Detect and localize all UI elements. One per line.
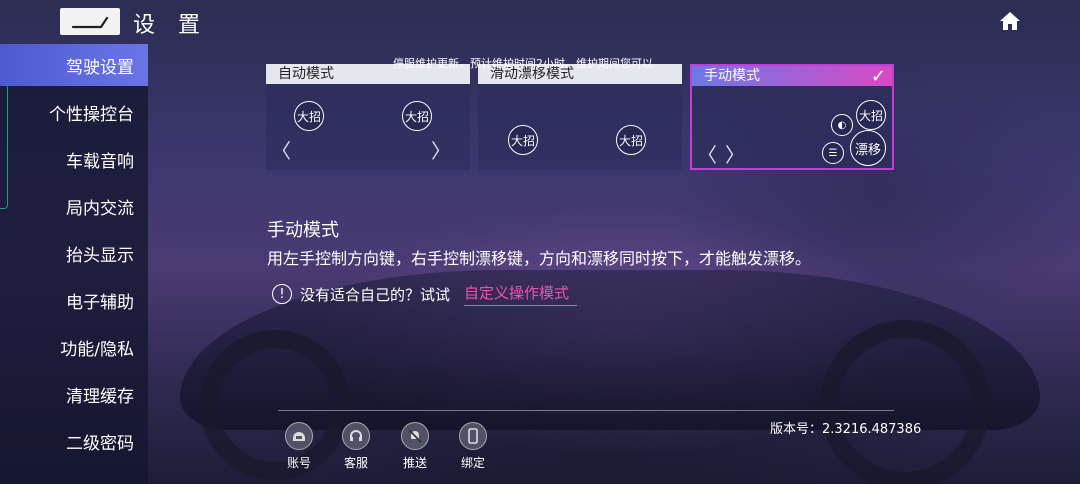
sidebar-item-label: 个性操控台: [49, 104, 134, 125]
mode-card-auto[interactable]: 自动模式 大招 大招 〈 〉: [266, 64, 470, 170]
divider: [278, 410, 894, 411]
back-button[interactable]: [60, 8, 120, 35]
sidebar-item-label: 电子辅助: [66, 292, 134, 313]
bottom-label: 推送: [402, 456, 427, 470]
brake-icon: ◐: [831, 114, 853, 136]
sidebar-item-privacy[interactable]: 功能/隐私: [0, 326, 148, 368]
car-wheel-left: [200, 330, 350, 480]
mode-card-slide-drift[interactable]: 滑动漂移模式 大招 大招: [478, 64, 682, 170]
sidebar-item-driving[interactable]: 驾驶设置: [0, 44, 148, 86]
headset-icon: [342, 422, 370, 450]
sidebar-item-audio[interactable]: 车载音响: [0, 138, 148, 180]
sidebar-item-assist[interactable]: 电子辅助: [0, 279, 148, 321]
checkmark-icon: ✓: [870, 66, 886, 87]
bell-muted-icon: [401, 422, 429, 450]
sidebar-item-label: 清理缓存: [66, 386, 134, 407]
bottom-label: 账号: [286, 456, 311, 470]
back-arrow-icon: [71, 16, 109, 28]
sidebar-item-console[interactable]: 个性操控台: [0, 91, 148, 133]
ult-button-left: 大招: [294, 101, 324, 131]
bottom-label: 绑定: [460, 456, 485, 470]
home-icon[interactable]: [998, 10, 1022, 32]
top-bar: 设 置: [0, 0, 1080, 44]
ult-button-left: 大招: [508, 125, 538, 155]
page-title: 设 置: [133, 13, 208, 38]
account-button[interactable]: 账号: [279, 422, 319, 471]
sidebar-item-label: 二级密码: [66, 433, 134, 454]
chevron-left-icon: 〈: [271, 138, 291, 163]
car-wheel-right: [820, 320, 990, 484]
drift-button: 漂移: [850, 130, 886, 166]
sidebar-item-label: 抬头显示: [66, 245, 134, 266]
sidebar-item-password[interactable]: 二级密码: [0, 420, 148, 462]
item-icon: ☰: [822, 142, 844, 164]
sidebar-item-hud[interactable]: 抬头显示: [0, 232, 148, 274]
chevron-right-icon: 〉: [725, 142, 745, 167]
phone-icon: [459, 422, 487, 450]
maintenance-notice: 停服维护更新，预计维护时间2小时。维护期间您可以: [393, 57, 653, 70]
sidebar-item-label: 驾驶设置: [66, 57, 134, 78]
version-label: 版本号：2.3216.487386: [770, 422, 922, 437]
sidebar-item-chat[interactable]: 局内交流: [0, 185, 148, 227]
sidebar-item-label: 功能/隐私: [60, 339, 134, 360]
sidebar-item-cache[interactable]: 清理缓存: [0, 373, 148, 415]
push-button[interactable]: 推送: [395, 422, 435, 471]
mode-card-title: 手动模式: [692, 66, 892, 86]
custom-mode-hint: ! 没有适合自己的？试试 自定义操作模式: [272, 282, 578, 306]
mode-card-manual[interactable]: 手动模式 ✓ 〈 〉 ◐ 大招 ☰ 漂移: [690, 64, 894, 170]
ult-button-right: 大招: [616, 125, 646, 155]
ult-button: 大招: [856, 100, 886, 130]
helmet-icon: [285, 422, 313, 450]
info-icon: !: [272, 284, 292, 304]
mode-description-title: 手动模式: [267, 220, 339, 241]
sidebar-item-label: 局内交流: [66, 198, 134, 219]
mode-description-text: 用左手控制方向键，右手控制漂移键，方向和漂移同时按下，才能触发漂移。: [267, 249, 812, 268]
sidebar-item-label: 车载音响: [66, 151, 134, 172]
bind-button[interactable]: 绑定: [453, 422, 493, 471]
support-button[interactable]: 客服: [336, 422, 376, 471]
bottom-label: 客服: [343, 456, 368, 470]
sidebar: 驾驶设置 个性操控台 车载音响 局内交流 抬头显示 电子辅助 功能/隐私 清理缓…: [0, 44, 148, 484]
chevron-right-icon: 〉: [431, 138, 451, 163]
ult-button-right: 大招: [402, 101, 432, 131]
custom-mode-link[interactable]: 自定义操作模式: [464, 282, 578, 306]
chevron-left-icon: 〈: [697, 142, 717, 167]
hint-text: 没有适合自己的？试试: [300, 285, 451, 304]
